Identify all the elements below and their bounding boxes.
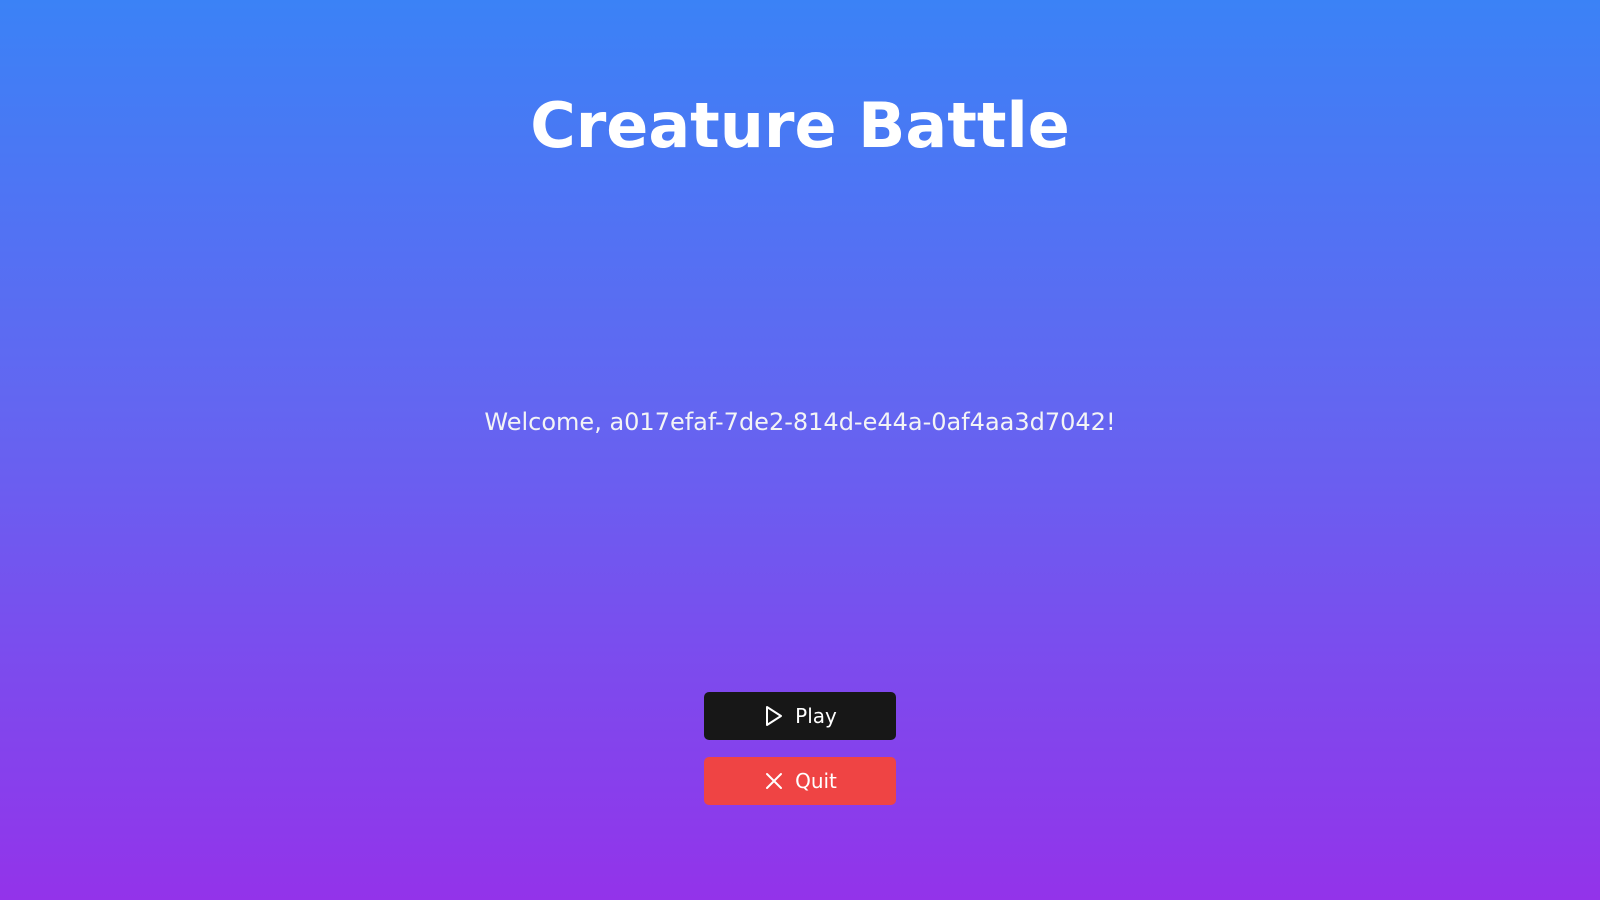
play-button-label: Play	[795, 704, 837, 728]
quit-button[interactable]: Quit	[704, 757, 896, 805]
menu-buttons: Play Quit	[704, 692, 896, 805]
close-icon	[763, 770, 785, 792]
game-title: Creature Battle	[530, 89, 1070, 162]
welcome-message: Welcome, a017efaf-7de2-814d-e44a-0af4aa3…	[484, 408, 1116, 436]
quit-button-label: Quit	[795, 769, 837, 793]
play-button[interactable]: Play	[704, 692, 896, 740]
play-icon	[763, 705, 785, 727]
